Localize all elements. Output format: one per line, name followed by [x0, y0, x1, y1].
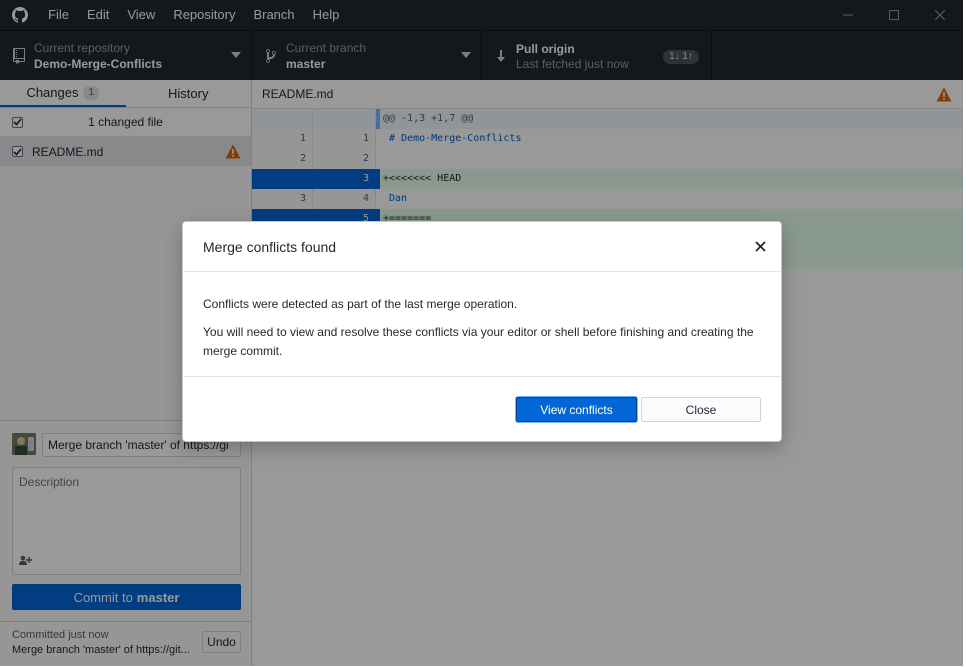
dialog-body: Conflicts were detected as part of the l… — [183, 272, 781, 377]
dialog-close-button[interactable] — [753, 239, 767, 253]
close-icon — [754, 240, 766, 252]
dialog-header: Merge conflicts found — [183, 222, 781, 272]
github-desktop-window: File Edit View Repository Branch Help Cu… — [0, 0, 963, 666]
dialog-footer: View conflicts Close — [183, 377, 781, 441]
dialog-title: Merge conflicts found — [203, 238, 337, 255]
view-conflicts-button[interactable]: View conflicts — [516, 397, 637, 422]
dialog-message-instructions: You will need to view and resolve these … — [203, 325, 754, 358]
merge-conflicts-dialog: Merge conflicts found Conflicts were det… — [182, 221, 782, 442]
close-button[interactable]: Close — [641, 397, 761, 422]
dialog-message-detected: Conflicts were detected as part of the l… — [203, 297, 518, 311]
